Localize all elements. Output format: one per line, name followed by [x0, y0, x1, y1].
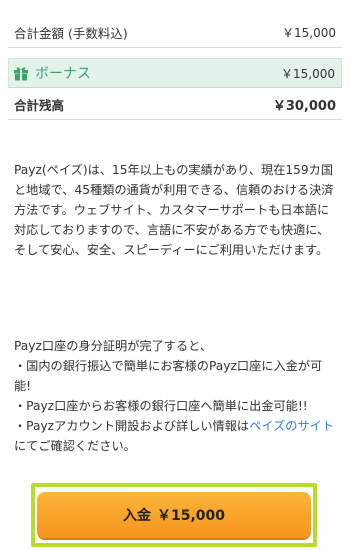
gift-icon [13, 65, 29, 81]
info-bullet-account: ・Payzアカウント開設および詳しい情報はペイズのサイトにてご確認ください。 [14, 416, 336, 456]
grand-total-label: 合計残高 [14, 98, 65, 113]
info-bullet-deposit: ・国内の銀行振込で簡単にお客様のPayz口座に入金が可能! [14, 359, 323, 393]
deposit-button-label: 入金 [122, 508, 151, 524]
grand-total-row: 合計残高 ￥30,000 [8, 90, 342, 120]
payz-description: Payz(ペイズ)は、15年以上もの実績があり、現在159カ国と地域で、45種類… [14, 163, 334, 257]
deposit-button[interactable]: 入金 ￥15,000 [37, 492, 311, 538]
bonus-label-group: ボーナス [13, 63, 91, 83]
info-bullet-account-prefix: ・Payzアカウント開設および詳しい情報は [14, 419, 250, 433]
info-intro: Payz口座の身分証明が完了すると、 [14, 339, 213, 353]
bonus-row: ボーナス ￥15,000 [8, 58, 342, 88]
info-bullet-account-suffix: にてご確認ください。 [14, 439, 136, 453]
total-amount-value: ￥15,000 [282, 26, 336, 40]
payz-info-block: Payz口座の身分証明が完了すると、 ・国内の銀行振込で簡単にお客様のPayz口… [14, 336, 336, 456]
grand-total-value: ￥30,000 [272, 99, 336, 114]
bonus-amount-value: ￥15,000 [281, 66, 335, 81]
deposit-button-amount: ￥15,000 [156, 508, 226, 524]
info-bullet-withdraw: ・Payz口座からお客様の銀行口座へ簡単に出金可能!! [14, 399, 308, 413]
total-amount-label: 合計金額 (手数料込) [14, 26, 128, 41]
total-amount-row: 合計金額 (手数料込) ￥15,000 [8, 18, 342, 48]
payz-site-link[interactable]: ペイズのサイト [249, 419, 334, 433]
bonus-label: ボーナス [35, 66, 91, 82]
